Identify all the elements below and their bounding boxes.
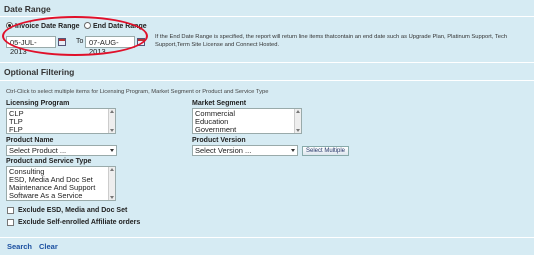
product-version-label: Product Version [192,137,246,144]
scroll-up-icon[interactable] [296,110,300,113]
list-item[interactable]: Software As a Service [9,192,113,200]
highlight-ring-annotation [2,16,148,56]
list-item[interactable]: FLP [9,126,113,134]
exclude-esd-checkbox[interactable] [7,207,14,214]
optional-filtering-title: Optional Filtering [4,67,75,77]
product-name-select[interactable]: Select Product ... [6,145,117,156]
select-multiple-button[interactable]: Select Multiple [302,146,350,156]
end-date-note: If the End Date Range is specified, the … [155,34,508,48]
market-segment-listbox[interactable]: Commercial Education Government [192,108,302,134]
scroll-down-icon[interactable] [110,129,114,132]
product-service-type-listbox[interactable]: Consulting ESD, Media And Doc Set Mainte… [6,166,116,201]
product-service-type-label: Product and Service Type [6,158,92,165]
product-version-select[interactable]: Select Version ... [192,145,298,156]
exclude-self-enrolled-checkbox[interactable] [7,219,14,226]
scroll-up-icon[interactable] [110,168,114,171]
search-link[interactable]: Search [7,242,32,251]
list-item[interactable]: Government [195,126,299,134]
scroll-down-icon[interactable] [110,196,114,199]
product-name-label: Product Name [6,137,54,144]
list-item[interactable]: CLP [9,110,113,118]
scroll-down-icon[interactable] [296,129,300,132]
date-range-title: Date Range [4,4,51,14]
ctrl-click-hint: Ctrl-Click to select multiple items for … [6,89,269,95]
licensing-program-listbox[interactable]: CLP TLP FLP [6,108,116,134]
licensing-program-label: Licensing Program [6,100,70,107]
exclude-self-enrolled-label: Exclude Self-enrolled Affiliate orders [18,219,141,226]
section-divider [0,237,534,238]
chevron-down-icon[interactable] [110,149,114,152]
scroll-up-icon[interactable] [110,110,114,113]
list-item[interactable]: TLP [9,118,113,126]
listbox-scrollbar[interactable] [108,167,115,200]
section-divider [0,80,534,81]
product-name-selected: Select Product ... [9,146,67,155]
listbox-scrollbar[interactable] [108,109,115,133]
section-divider [0,62,534,63]
clear-link[interactable]: Clear [39,242,58,251]
market-segment-label: Market Segment [192,100,247,107]
chevron-down-icon[interactable] [291,149,295,152]
product-version-selected: Select Version ... [195,146,252,155]
exclude-esd-label: Exclude ESD, Media and Doc Set [18,207,128,214]
listbox-scrollbar[interactable] [294,109,301,133]
